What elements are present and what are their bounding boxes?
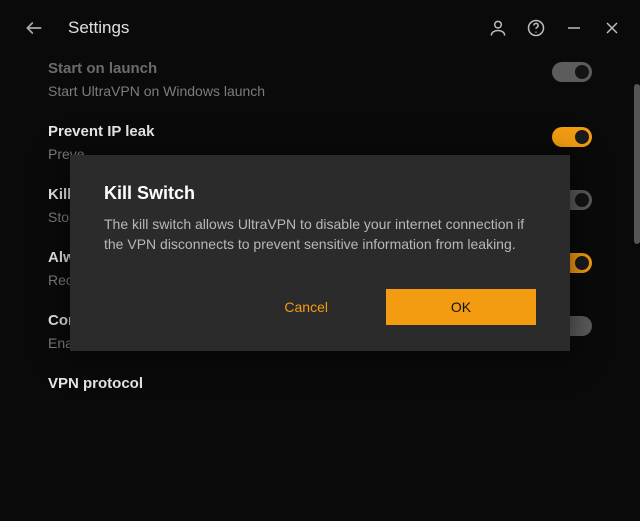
modal-title: Kill Switch	[104, 183, 536, 204]
kill-switch-modal: Kill Switch The kill switch allows Ultra…	[70, 155, 570, 351]
modal-actions: Cancel OK	[104, 289, 536, 325]
cancel-button[interactable]: Cancel	[260, 289, 352, 325]
modal-backdrop: Kill Switch The kill switch allows Ultra…	[0, 0, 640, 521]
ok-button[interactable]: OK	[386, 289, 536, 325]
modal-text: The kill switch allows UltraVPN to disab…	[104, 214, 536, 255]
